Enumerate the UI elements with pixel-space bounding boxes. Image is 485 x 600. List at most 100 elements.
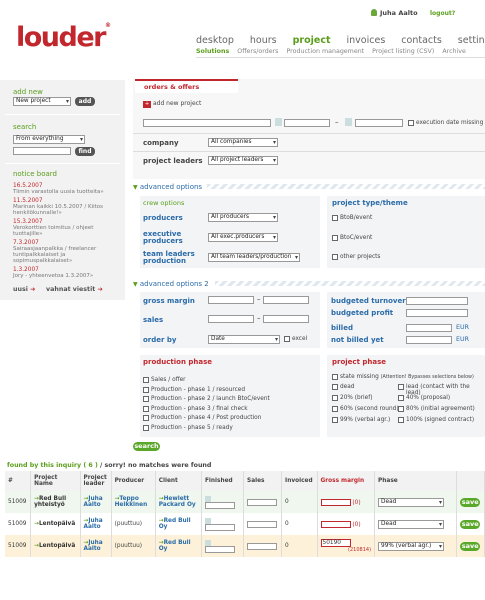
search-input[interactable] [13,147,71,155]
finished-input[interactable] [204,545,235,553]
cell-leader[interactable]: →Juha Aalto [80,513,112,535]
subnav-csv[interactable]: Project listing (CSV) [372,48,434,55]
billed-input[interactable] [406,324,452,332]
project-phase-checkbox[interactable] [398,417,404,423]
new-messages-link[interactable]: uusi ➔ [13,286,35,293]
phase-checkbox[interactable] [143,377,149,383]
col-project-name[interactable]: Project Name [30,471,81,491]
gross-margin-min[interactable] [208,296,254,304]
cell-project-name[interactable]: →Lentopäivä [30,513,81,535]
phase-select[interactable]: 99% (verbal agr.) [378,541,445,551]
other-projects-checkbox[interactable] [332,254,338,260]
btob-checkbox[interactable] [332,215,338,221]
phase-checkbox[interactable] [143,387,149,393]
subnav-offers[interactable]: Offers/orders [237,48,278,55]
phase-select[interactable]: Dead [378,497,445,507]
sales-input[interactable] [247,542,278,550]
project-phase-checkbox[interactable] [332,384,338,390]
col-client[interactable]: Client [155,471,202,491]
advanced-options-toggle[interactable]: ▼ advanced options [133,183,202,191]
cell-leader[interactable]: →Juha Aalto [80,535,112,557]
btoc-checkbox[interactable] [332,235,338,241]
save-button[interactable]: save [460,497,481,507]
calendar-icon[interactable] [345,118,352,126]
logout-link[interactable]: logout? [430,10,455,17]
project-leaders-select[interactable]: All project leaders [208,156,278,165]
notice-item[interactable]: 16.5.2007 Tiimin varastolla uusia tuottei… [13,183,113,195]
nav-project[interactable]: project [293,35,331,46]
col-gross-margin[interactable]: Gross margin [317,471,376,491]
phase-select[interactable]: Dead [378,519,445,529]
old-messages-link[interactable]: vahnat viestit ➔ [46,286,103,293]
gross-margin-input[interactable]: 50190 [320,539,351,547]
exec-producers-select[interactable]: All exec.producers [208,233,278,242]
cell-project-name[interactable]: →Red Bull yhteistyö [30,491,81,513]
cell-client[interactable]: →Red Bull Oy [155,535,202,557]
sales-min[interactable] [208,315,254,323]
execution-missing-checkbox[interactable] [408,120,414,126]
col-phase[interactable]: Phase [374,471,458,491]
nav-contacts[interactable]: contacts [401,35,442,46]
phase-checkbox[interactable] [143,415,149,421]
advanced-options-2-toggle[interactable]: ▼ advanced options 2 [133,280,209,288]
add-button[interactable]: add [75,97,95,106]
cell-leader[interactable]: →Juha Aalto [80,491,112,513]
date-from-input[interactable] [284,119,330,127]
notice-item[interactable]: 7.3.2007 Sairaasjaanpalkka / freelancer t… [13,240,113,264]
order-by-select[interactable]: Date [208,335,280,344]
date-to-input[interactable] [355,119,403,127]
project-search-input[interactable] [143,119,271,127]
calendar-icon[interactable] [275,118,282,126]
team-leaders-select[interactable]: All team leaders/production [208,253,300,262]
phase-checkbox[interactable] [143,406,149,412]
save-button[interactable]: save [460,541,481,551]
nav-desktop[interactable]: desktop [196,35,234,46]
sales-max[interactable] [263,315,309,323]
col-finished[interactable]: Finished [201,471,245,491]
finished-input[interactable] [204,501,235,509]
find-button[interactable]: find [75,147,95,156]
not-billed-input[interactable] [406,336,452,344]
producers-select[interactable]: All producers [208,213,278,222]
project-phase-checkbox[interactable] [332,417,338,423]
search-button[interactable]: search [133,442,160,451]
phase-checkbox[interactable] [143,396,149,402]
cell-client[interactable]: →Red Bull Oy [155,513,202,535]
sales-input[interactable] [247,498,278,506]
project-phase-checkbox[interactable] [398,384,404,390]
cell-project-name[interactable]: →Lentopäivä [30,535,81,557]
gross-margin-input[interactable] [320,498,351,506]
subnav-archive[interactable]: Archive [442,48,466,55]
nav-settings[interactable]: settings [458,35,485,46]
subnav-solutions[interactable]: Solutions [196,48,229,55]
gross-margin-input[interactable] [320,520,351,528]
add-new-select[interactable]: New project [13,97,71,106]
notice-item[interactable]: 1.3.2007 Jory - yhteenvetoa 1.3.2007» [13,267,113,279]
nav-invoices[interactable]: invoices [347,35,386,46]
budgeted-turnover-input[interactable] [406,297,468,305]
finished-input[interactable] [204,523,235,531]
notice-item[interactable]: 15.3.2007 Verokorttien toimitus / ohjeet … [13,219,113,237]
col-producer[interactable]: Producer [111,471,156,491]
phase-checkbox[interactable] [143,425,149,431]
notice-item[interactable]: 11.5.2007 Marinan kaikki 10.5.2007 / Kiit… [13,198,113,216]
budgeted-profit-input[interactable] [406,309,468,317]
company-select[interactable]: All companies [208,138,278,147]
col-invoiced[interactable]: Invoiced [281,471,318,491]
cell-client[interactable]: →Hewlett Packard Oy [155,491,202,513]
add-project-link[interactable]: + add new project [143,100,201,108]
project-phase-checkbox[interactable] [332,395,338,401]
nav-hours[interactable]: hours [250,35,277,46]
state-missing-checkbox[interactable] [332,374,338,380]
col-sales[interactable]: Sales [243,471,283,491]
gross-margin-max[interactable] [263,296,309,304]
project-phase-checkbox[interactable] [398,406,404,412]
save-button[interactable]: save [460,519,481,529]
sales-input[interactable] [247,520,278,528]
cell-producer[interactable]: →Teppo Heikkinen [111,491,156,513]
search-scope-select[interactable]: From everything [13,135,85,144]
project-phase-checkbox[interactable] [332,406,338,412]
subnav-production[interactable]: Production management [286,48,364,55]
excel-checkbox[interactable] [284,336,290,342]
project-phase-checkbox[interactable] [398,395,404,401]
